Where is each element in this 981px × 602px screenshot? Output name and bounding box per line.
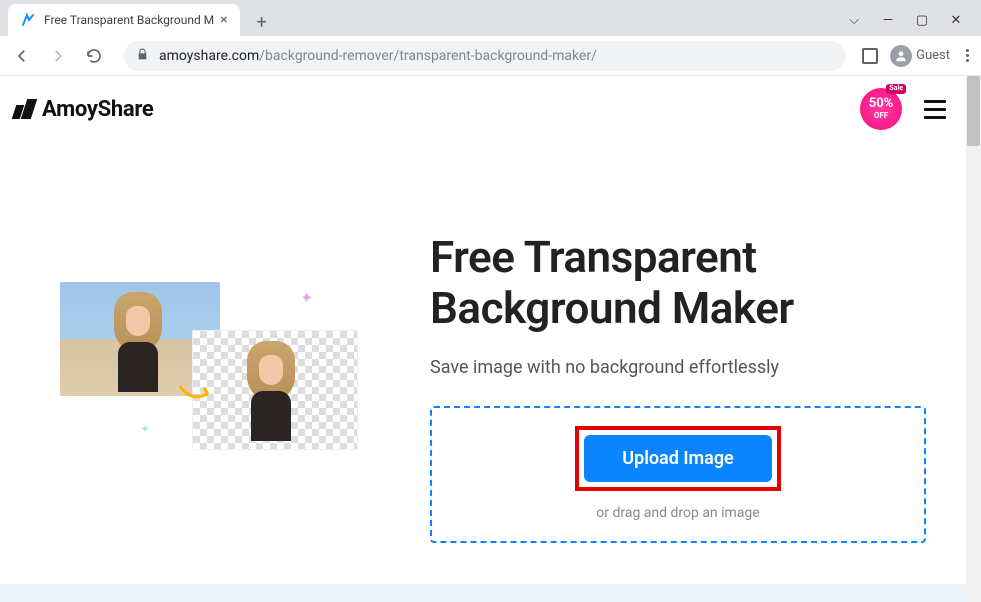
sale-off: OFF — [874, 112, 888, 121]
sale-tag: Sale — [886, 84, 906, 94]
install-app-icon[interactable] — [862, 48, 878, 64]
sale-percent: 50% — [869, 97, 894, 111]
arrow-icon — [178, 382, 218, 402]
page: AmoyShare Sale 50% OFF — [0, 76, 981, 602]
reload-button[interactable] — [80, 42, 108, 70]
forward-button[interactable] — [44, 42, 72, 70]
close-tab-icon[interactable]: × — [220, 12, 227, 28]
hero-section: ✦ ✦ Free Transparent Background Maker Sa… — [0, 142, 966, 563]
address-bar[interactable]: amoyshare.com/background-remover/transpa… — [124, 41, 846, 71]
profile-button[interactable]: Guest — [890, 45, 950, 67]
upload-dropzone[interactable]: Upload Image or drag and drop an image — [430, 406, 926, 543]
browser-toolbar: amoyshare.com/background-remover/transpa… — [0, 36, 981, 76]
browser-menu-icon[interactable] — [962, 49, 973, 62]
favicon-icon — [20, 12, 36, 28]
page-content: AmoyShare Sale 50% OFF — [0, 76, 966, 602]
avatar-icon — [890, 45, 912, 67]
site-header-right: Sale 50% OFF — [860, 88, 946, 130]
browser-chrome: Free Transparent Background M × + ⌵ — ▢ … — [0, 0, 981, 76]
toolbar-right: Guest — [862, 45, 973, 67]
url-path: /background-remover/transparent-backgrou… — [259, 48, 597, 64]
tab-title: Free Transparent Background M — [44, 13, 214, 27]
person-silhouette — [241, 341, 307, 447]
minimize-icon[interactable]: — — [881, 13, 895, 28]
sparkle-icon: ✦ — [140, 422, 150, 436]
url-host: amoyshare.com — [159, 48, 259, 64]
window-controls: ⌵ — ▢ ✕ — [847, 13, 981, 36]
upload-button[interactable]: Upload Image — [584, 435, 772, 482]
page-headline: Free Transparent Background Maker — [430, 232, 926, 333]
lock-icon — [136, 46, 149, 65]
logo-text: AmoyShare — [42, 97, 154, 122]
close-window-icon[interactable]: ✕ — [949, 13, 963, 28]
page-scrollbar[interactable] — [966, 76, 981, 602]
tab-strip: Free Transparent Background M × + ⌵ — ▢ … — [0, 0, 981, 36]
hero-illustration: ✦ ✦ — [20, 222, 400, 522]
site-logo[interactable]: AmoyShare — [14, 97, 154, 122]
sale-badge[interactable]: Sale 50% OFF — [860, 88, 902, 130]
url-text: amoyshare.com/background-remover/transpa… — [159, 48, 597, 64]
hamburger-menu-icon[interactable] — [924, 100, 946, 119]
logo-mark-icon — [14, 99, 34, 119]
scrollbar-track[interactable] — [966, 76, 981, 602]
person-silhouette — [108, 292, 168, 392]
page-subhead: Save image with no background effortless… — [430, 357, 926, 378]
hero-copy: Free Transparent Background Maker Save i… — [430, 162, 926, 543]
site-header: AmoyShare Sale 50% OFF — [0, 76, 966, 142]
drop-hint: or drag and drop an image — [442, 505, 914, 521]
browser-tab[interactable]: Free Transparent Background M × — [8, 4, 240, 36]
sparkle-icon: ✦ — [300, 288, 313, 307]
footer-strip — [0, 584, 966, 602]
guest-label: Guest — [916, 48, 950, 63]
tutorial-highlight: Upload Image — [575, 426, 781, 491]
new-tab-button[interactable]: + — [248, 8, 276, 36]
maximize-icon[interactable]: ▢ — [915, 13, 929, 28]
back-button[interactable] — [8, 42, 36, 70]
tab-overflow-icon[interactable]: ⌵ — [847, 13, 861, 28]
scrollbar-thumb[interactable] — [967, 76, 980, 146]
